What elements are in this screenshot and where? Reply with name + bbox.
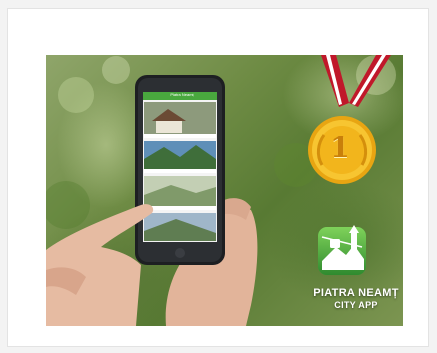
app-icon (318, 225, 366, 275)
phone-screen-title: Piatra Neamț (170, 92, 194, 97)
app-name-line2: CITY APP (334, 300, 378, 310)
app-name-line1: PIATRA NEAMȚ (313, 287, 399, 299)
smartphone (135, 75, 225, 265)
image-card: Piatra Neamț 1 PIATRA NEAMȚ CITY APP (7, 8, 429, 347)
medal-number: 1 (330, 131, 350, 164)
photo-scene (46, 55, 396, 326)
medal (308, 55, 391, 184)
promo-photo: Piatra Neamț 1 PIATRA NEAMȚ CITY APP (46, 55, 403, 326)
